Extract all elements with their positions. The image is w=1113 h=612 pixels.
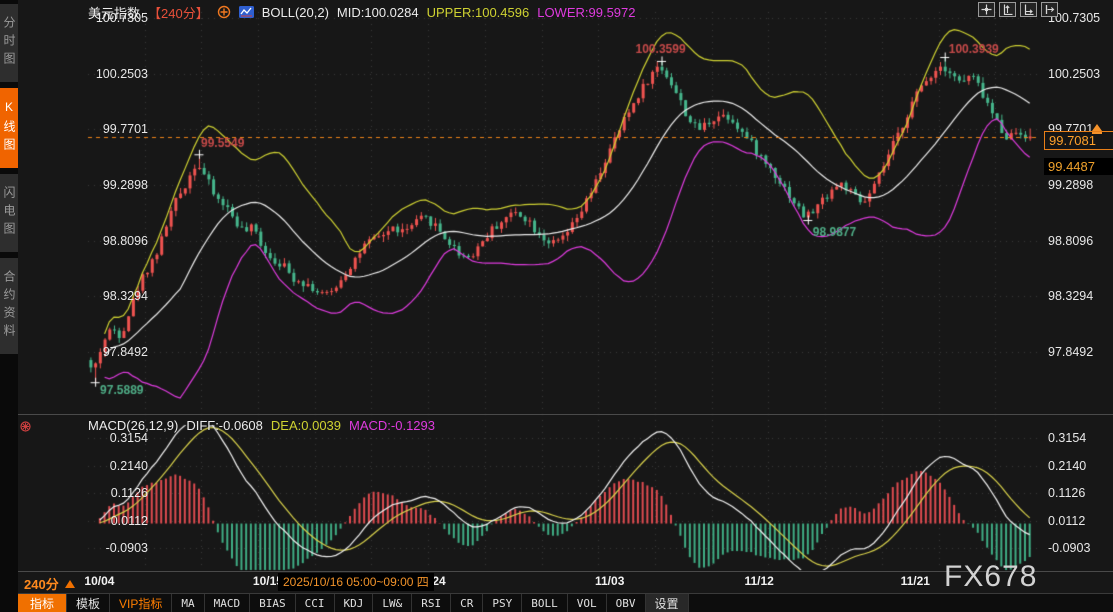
axis-tick-label: -0.0903 — [84, 540, 148, 556]
axis-tick-label: 98.8096 — [1048, 233, 1112, 249]
axis-tick-label: 0.2140 — [1048, 458, 1112, 474]
axis-tick-label: 0.3154 — [1048, 430, 1112, 446]
boll-title: BOLL(20,2) — [262, 5, 329, 20]
right-price-axis: 100.7305100.250399.770199.289898.809698.… — [1048, 0, 1112, 612]
toolbar-item-RSI[interactable]: RSI — [412, 594, 451, 612]
axis-tick-label: 99.2898 — [84, 177, 148, 193]
chart-header: 美元指数 【240分】 BOLL(20,2) MID:100.0284 UPPE… — [88, 4, 636, 20]
period-label: 240分 — [24, 574, 59, 593]
axis-tick-label: 0.2140 — [84, 458, 148, 474]
sidebar: 分时图 K线图闪电图合约资料 — [0, 0, 18, 612]
boll-upper-value: UPPER:100.4596 — [427, 5, 530, 20]
sidebar-tab-4[interactable]: 合约资料 — [0, 258, 18, 354]
toolbar-item-LW&[interactable]: LW& — [373, 594, 412, 612]
toolbar-item-设置[interactable]: 设置 — [646, 594, 689, 612]
axis-tick-label: 97.8492 — [84, 344, 148, 360]
toolbar-item-VIP指标[interactable]: VIP指标 — [110, 594, 172, 612]
sidebar-tab-1[interactable]: 分时图 — [0, 4, 18, 82]
time-label: 10/04 — [84, 574, 114, 588]
toolbar-item-BIAS[interactable]: BIAS — [250, 594, 296, 612]
toolbar-item-CCI[interactable]: CCI — [296, 594, 335, 612]
scale-x-axis-icon[interactable] — [1020, 2, 1037, 17]
scale-y-axis-icon[interactable] — [999, 2, 1016, 17]
period-tag: 【240分】 — [148, 3, 209, 22]
axis-tick-label: 0.1126 — [84, 485, 148, 501]
symbol-title: 美元指数 — [88, 3, 140, 22]
current-price-marker: 99.7081 — [1044, 131, 1113, 150]
indicator-toolbar: 指标模板VIP指标MAMACDBIASCCIKDJLW&RSICRPSYBOLL… — [18, 593, 1113, 612]
toolbar-item-模板[interactable]: 模板 — [67, 594, 110, 612]
axis-tick-label: 98.8096 — [84, 233, 148, 249]
crosshair-move-icon[interactable] — [978, 2, 995, 17]
axis-tick-label: 100.2503 — [1048, 66, 1112, 82]
chart-canvas[interactable] — [0, 0, 1113, 612]
shift-right-icon[interactable] — [1041, 2, 1058, 17]
macd-diff-value: DIFF:-0.0608 — [186, 418, 263, 433]
axis-tick-label: 99.2898 — [1048, 177, 1112, 193]
toolbar-item-OBV[interactable]: OBV — [607, 594, 646, 612]
axis-tick-label: 100.2503 — [84, 66, 148, 82]
boll-mid-value: MID:100.0284 — [337, 5, 419, 20]
macd-header: MACD(26,12,9) DIFF:-0.0608 DEA:0.0039 MA… — [88, 417, 435, 433]
axis-tick-label: 97.8492 — [1048, 344, 1112, 360]
macd-title: MACD(26,12,9) — [88, 418, 178, 433]
toolbar-item-CR[interactable]: CR — [451, 594, 483, 612]
toolbar-item-MACD[interactable]: MACD — [205, 594, 251, 612]
circle-plus-icon[interactable] — [217, 5, 231, 19]
toolbar-item-KDJ[interactable]: KDJ — [335, 594, 374, 612]
panel-divider — [18, 414, 1113, 415]
left-price-axis: 100.7305100.250399.770199.289898.809698.… — [20, 0, 84, 612]
axis-tick-label: -0.0903 — [1048, 540, 1112, 556]
sidebar-tab-2[interactable]: K线图 — [0, 88, 18, 168]
axis-tick-label: 0.0112 — [1048, 513, 1112, 529]
latest-price-arrow-icon[interactable] — [1092, 124, 1102, 134]
axis-tick-label: 98.3294 — [84, 288, 148, 304]
chart-tool-buttons — [978, 2, 1058, 17]
bar-time-tooltip: 2025/10/16 05:00~09:00 四 — [278, 573, 434, 591]
secondary-price-marker: 99.4487 — [1044, 158, 1113, 175]
boll-lower-value: LOWER:99.5972 — [537, 5, 635, 20]
macd-panel-icon[interactable] — [20, 419, 31, 437]
toolbar-item-指标[interactable]: 指标 — [18, 594, 67, 612]
period-dropdown-icon — [65, 580, 75, 588]
time-label: 11/03 — [595, 574, 624, 588]
time-label: 11/12 — [744, 574, 773, 588]
app-window: 分时图 K线图闪电图合约资料 美元指数 【240分】 BOLL(20,2) MID… — [0, 0, 1113, 612]
axis-tick-label: 99.7701 — [84, 121, 148, 137]
chart-type-icon[interactable] — [239, 6, 254, 18]
toolbar-item-VOL[interactable]: VOL — [568, 594, 607, 612]
toolbar-item-MA[interactable]: MA — [172, 594, 204, 612]
time-label: 11/21 — [901, 574, 930, 588]
sidebar-tab-3[interactable]: 闪电图 — [0, 174, 18, 252]
axis-tick-label: 98.3294 — [1048, 288, 1112, 304]
axis-tick-label: 0.0112 — [84, 513, 148, 529]
axis-tick-label: 0.1126 — [1048, 485, 1112, 501]
period-selector[interactable]: 240分 — [24, 574, 75, 593]
watermark: FX678 — [944, 560, 1037, 594]
toolbar-item-BOLL[interactable]: BOLL — [522, 594, 568, 612]
macd-dea-value: DEA:0.0039 — [271, 418, 341, 433]
macd-macd-value: MACD:-0.1293 — [349, 418, 435, 433]
toolbar-item-PSY[interactable]: PSY — [483, 594, 522, 612]
